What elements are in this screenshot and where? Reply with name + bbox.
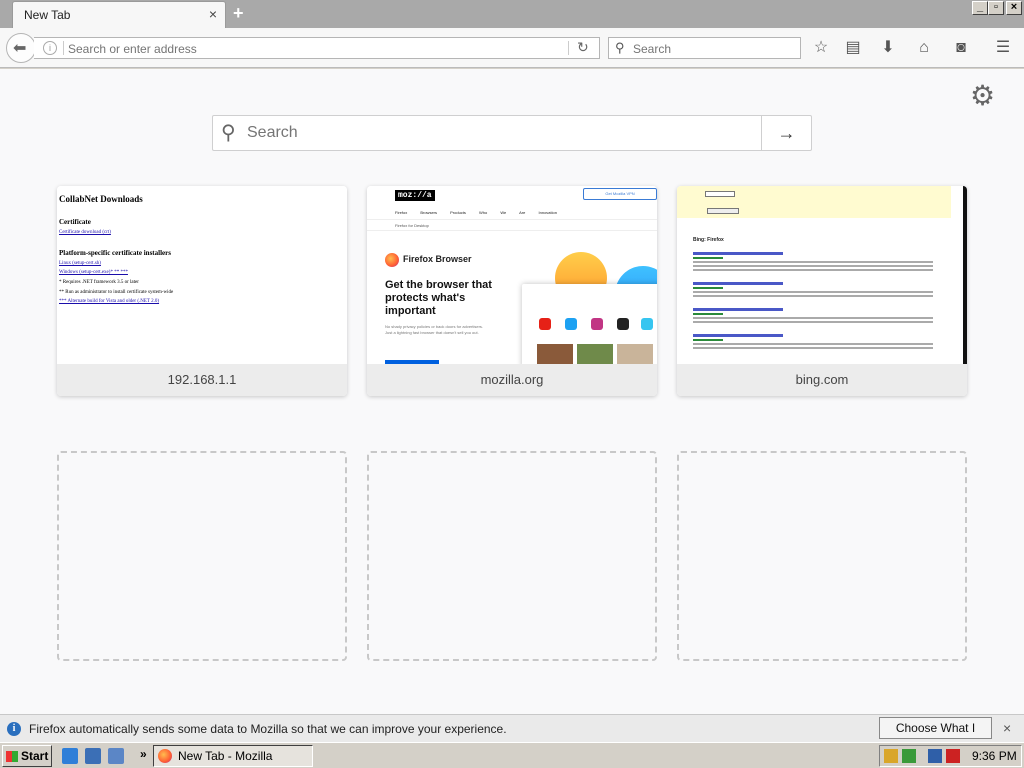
twitter-icon <box>565 318 577 330</box>
empty-tile <box>57 451 347 661</box>
newtab-search-input[interactable] <box>247 124 747 142</box>
thumb-edge <box>963 186 967 364</box>
empty-tile <box>367 451 657 661</box>
back-button[interactable]: ⬅ <box>6 33 36 63</box>
tile-label: bing.com <box>677 364 967 396</box>
url-separator <box>63 41 64 55</box>
thumb-button: Get Mozilla VPN <box>583 188 657 200</box>
search-input[interactable] <box>633 42 793 56</box>
info-icon[interactable]: i <box>43 41 57 55</box>
security-center-icon[interactable] <box>902 749 916 763</box>
info-icon: i <box>7 722 21 736</box>
clock[interactable]: 9:36 PM <box>972 749 1017 763</box>
thumb-subnav: Firefox for Desktop <box>367 219 657 231</box>
nav-bar: ⬅ i ↻ ⚲ ☆ ▤ ⬇ ⌂ ◙ ☰ <box>0 28 1024 68</box>
network-icon[interactable] <box>928 749 942 763</box>
tab-close-icon[interactable]: × <box>209 7 217 21</box>
reload-icon[interactable]: ↻ <box>577 39 589 56</box>
top-site-tile[interactable]: CollabNet Downloads Certificate Certific… <box>57 186 347 396</box>
thumb-headline: Get the browser that protects what's imp… <box>385 279 492 317</box>
tab-title: New Tab <box>24 8 71 22</box>
search-icon: ⚲ <box>615 40 625 55</box>
start-label: Start <box>21 749 49 763</box>
thumb-select <box>705 191 735 197</box>
taskbar-item-firefox[interactable]: New Tab - Mozilla Firefox <box>153 745 313 767</box>
search-go-button[interactable]: → <box>761 116 811 150</box>
windows-logo-icon <box>6 751 18 762</box>
thumb-heading: Certificate <box>59 218 91 226</box>
top-site-tile[interactable]: moz://a Get Mozilla VPN Firefox Browsers… <box>367 186 657 396</box>
taskbar: Start » New Tab - Mozilla Firefox 9:36 P… <box>0 742 1024 768</box>
internet-explorer-icon[interactable] <box>62 748 78 764</box>
thumb-result <box>693 334 937 351</box>
newtab-search[interactable]: ⚲ → <box>212 115 812 151</box>
slack-icon <box>641 318 653 330</box>
notification-bar: i Firefox automatically sends some data … <box>0 714 1024 755</box>
bookmarks-library-icon[interactable]: ▤ <box>843 38 863 58</box>
thumb-nav: Firefox Browsers Products Who We Are Inn… <box>395 210 557 215</box>
restore-button[interactable]: ▫ <box>988 1 1004 15</box>
thumb-result <box>693 308 937 325</box>
volume-muted-icon[interactable] <box>946 749 960 763</box>
thumb-link: Certificate download (crt) <box>59 230 111 235</box>
thumb-result <box>693 282 937 299</box>
shield-icon[interactable] <box>884 749 898 763</box>
empty-tile <box>677 451 967 661</box>
menu-icon[interactable]: ☰ <box>993 38 1013 58</box>
minimize-button[interactable]: _ <box>972 1 988 15</box>
url-separator <box>568 41 569 55</box>
tile-label: 192.168.1.1 <box>57 364 347 396</box>
top-site-tile[interactable]: Bing: Firefox bing.com <box>677 186 967 396</box>
thumb-brand: Firefox Browser <box>403 254 472 264</box>
new-tab-page: ⚙ ⚲ → CollabNet Downloads Certificate Ce… <box>0 69 1024 714</box>
windows-explorer-icon[interactable] <box>108 748 124 764</box>
pocket-icon[interactable]: ◙ <box>951 38 971 58</box>
thumb-photo <box>537 344 573 364</box>
tile-thumbnail: Bing: Firefox <box>677 186 967 364</box>
gear-icon[interactable]: ⚙ <box>970 81 995 111</box>
new-tab-button[interactable]: + <box>233 3 244 23</box>
thumb-photo <box>617 344 653 364</box>
system-tray: 9:36 PM <box>879 745 1022 767</box>
youtube-icon <box>539 318 551 330</box>
url-input[interactable] <box>68 42 528 56</box>
search-bar[interactable]: ⚲ <box>608 37 801 59</box>
notification-message: Firefox automatically sends some data to… <box>29 722 507 736</box>
thumb-button <box>707 208 739 214</box>
tab-strip: New Tab × + _ ▫ × <box>0 0 1024 29</box>
thumb-text: * Requires .NET framework 3.5 or later <box>59 280 139 285</box>
tile-thumbnail: CollabNet Downloads Certificate Certific… <box>57 186 347 364</box>
tile-thumbnail: moz://a Get Mozilla VPN Firefox Browsers… <box>367 186 657 364</box>
home-icon[interactable]: ⌂ <box>914 38 934 58</box>
bookmark-star-icon[interactable]: ☆ <box>811 38 831 58</box>
thumb-link: *** Alternate build for Vista and older … <box>59 299 160 304</box>
downloads-icon[interactable]: ⬇ <box>878 38 898 58</box>
thumb-paragraph: No shady privacy policies or back doors … <box>385 324 484 335</box>
close-window-button[interactable]: × <box>1006 1 1022 15</box>
search-icon: ⚲ <box>221 122 236 144</box>
show-desktop-icon[interactable] <box>85 748 101 764</box>
url-bar[interactable]: i ↻ <box>34 37 600 59</box>
choose-what-i-share-button[interactable]: Choose What I Share <box>879 717 992 755</box>
instagram-icon <box>591 318 603 330</box>
amazon-icon <box>617 318 629 330</box>
tab-new-tab[interactable]: New Tab × <box>12 1 226 29</box>
start-button[interactable]: Start <box>2 745 52 767</box>
mozilla-logo: moz://a <box>395 190 435 201</box>
tile-label: mozilla.org <box>367 364 657 396</box>
thumb-link: Windows (setup-cert.exe)* ** *** <box>59 270 128 275</box>
thumb-title: Bing: Firefox <box>693 237 724 243</box>
thumb-title: CollabNet Downloads <box>59 194 143 204</box>
thumb-text: ** Run as administrator to install certi… <box>59 290 174 295</box>
thumb-heading: Platform-specific certificate installers <box>59 249 171 257</box>
firefox-icon <box>158 749 172 763</box>
thumb-photo <box>577 344 613 364</box>
taskbar-item-label: New Tab - Mozilla Firefox <box>178 749 273 763</box>
close-icon[interactable]: × <box>1003 720 1011 736</box>
thumb-link: Linux (setup-cert.sh) <box>59 261 101 266</box>
thumb-result <box>693 252 937 273</box>
quicklaunch-chevron-icon[interactable]: » <box>140 747 147 761</box>
firefox-icon <box>385 253 399 267</box>
back-arrow-icon: ⬅ <box>13 40 27 57</box>
